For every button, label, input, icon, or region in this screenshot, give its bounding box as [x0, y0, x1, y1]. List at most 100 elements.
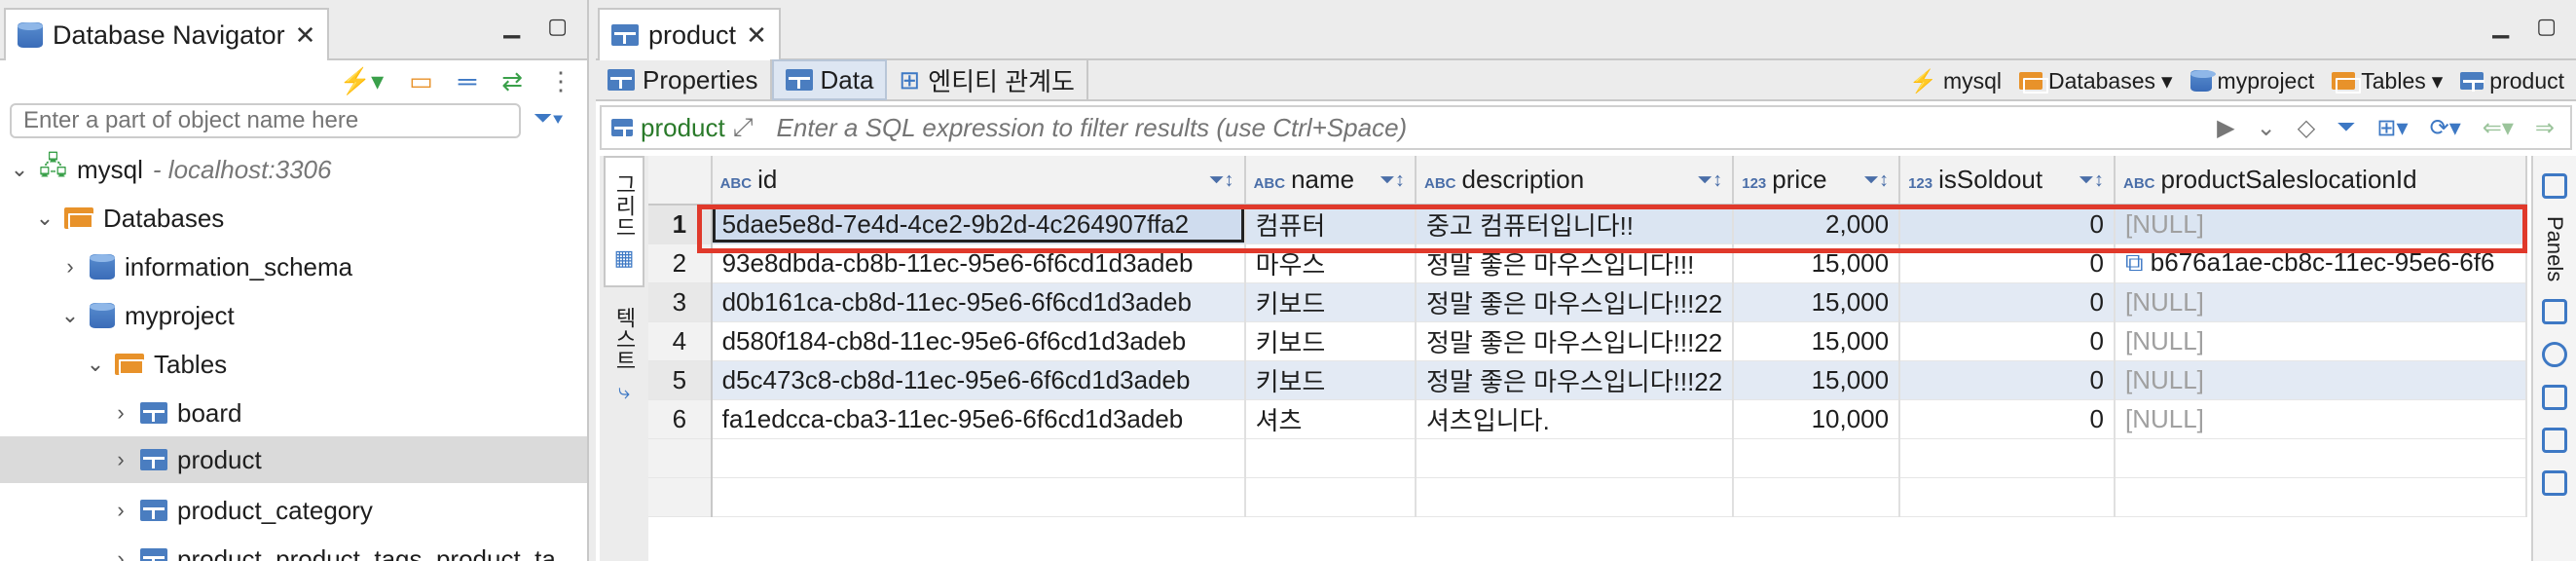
aggregate-panel-icon[interactable] — [2542, 342, 2567, 368]
cell-id[interactable]: 93e8dbda-cb8b-11ec-95e6-6f6cd1d3adeb — [711, 243, 1246, 283]
row-number[interactable]: 1 — [648, 205, 713, 244]
collapse-icon[interactable]: ═ — [459, 66, 476, 96]
filter-sort-icon[interactable]: ⏷↕ — [1863, 169, 1889, 192]
cell-productsaleslocationid[interactable]: [NULL] — [2114, 321, 2527, 361]
tree-item-product-product-tags[interactable]: › product_product_tags_product_ta — [111, 536, 556, 561]
configure-icon[interactable]: ⊞▾ — [2376, 114, 2408, 142]
chevron-down-icon[interactable]: ⌄ — [10, 157, 29, 182]
cell-price[interactable]: 15,000 — [1733, 282, 1901, 322]
cell-price[interactable]: 15,000 — [1733, 321, 1901, 361]
apply-filter-icon[interactable]: ▶ — [2217, 114, 2234, 142]
column-header-description[interactable]: ABC description ⏷↕ — [1415, 156, 1735, 206]
filter-sort-icon[interactable]: ⏷↕ — [1209, 169, 1234, 192]
refresh-icon[interactable]: ⟳▾ — [2430, 114, 2461, 142]
value-panel-icon[interactable] — [2542, 299, 2567, 325]
panels-label[interactable]: Panels — [2542, 216, 2567, 281]
metadata-panel-icon[interactable] — [2542, 428, 2567, 454]
cell-price[interactable]: 15,000 — [1733, 360, 1901, 400]
cell-id[interactable]: 5dae5e8d-7e4d-4ce2-9b2d-4c264907ffa2 — [711, 205, 1246, 244]
table-row[interactable]: 3 d0b161ca-cb8d-11ec-95e6-6f6cd1d3adeb 키… — [648, 282, 2527, 322]
tree-item-tables[interactable]: ⌄ Tables — [86, 341, 227, 388]
tab-grid-view[interactable]: 그리드 ▦ — [604, 156, 644, 287]
cell-name[interactable]: 컴퓨터 — [1244, 205, 1417, 244]
references-panel-icon[interactable] — [2542, 470, 2567, 497]
cell-issoldout[interactable]: 0 — [1899, 282, 2116, 322]
chevron-right-icon[interactable]: › — [60, 254, 80, 280]
row-number[interactable]: 4 — [648, 321, 713, 361]
chevron-right-icon[interactable]: › — [111, 400, 130, 426]
chevron-right-icon[interactable]: › — [111, 546, 130, 561]
maximize-icon[interactable]: ▢ — [547, 14, 568, 39]
cell-name[interactable]: 셔츠 — [1244, 399, 1417, 439]
cell-id[interactable]: d580f184-cb8d-11ec-95e6-6f6cd1d3adeb — [711, 321, 1246, 361]
table-row[interactable]: 5 d5c473c8-cb8d-11ec-95e6-6f6cd1d3adeb 키… — [648, 360, 2527, 400]
row-number[interactable]: 3 — [648, 282, 713, 322]
cell-productsaleslocationid[interactable]: [NULL] — [2114, 399, 2527, 439]
column-header-name[interactable]: ABC name ⏷↕ — [1244, 156, 1417, 206]
chevron-down-icon[interactable]: ⌄ — [60, 303, 80, 328]
filter-sort-icon[interactable]: ⏷↕ — [1380, 169, 1405, 192]
object-search-input[interactable] — [10, 103, 521, 138]
cell-description[interactable]: 정말 좋은 마우스입니다!!!22 — [1415, 360, 1735, 400]
filter-expression-input[interactable] — [762, 112, 2218, 143]
cell-issoldout[interactable]: 0 — [1899, 360, 2116, 400]
row-number[interactable]: 2 — [648, 243, 713, 283]
chevron-right-icon[interactable]: › — [111, 447, 130, 472]
chevron-right-icon[interactable]: › — [111, 498, 130, 523]
filter-sort-icon[interactable]: ⏷↕ — [1697, 169, 1722, 192]
filter-settings-icon[interactable]: ⏷ — [2337, 114, 2355, 141]
tab-text-view[interactable]: 텍스트 ⤷ — [604, 292, 644, 419]
maximize-icon[interactable]: ▢ — [2536, 14, 2557, 39]
column-header-id[interactable]: ABC id ⏷↕ — [711, 156, 1246, 206]
cell-productsaleslocationid[interactable]: [NULL] — [2114, 282, 2527, 322]
table-row[interactable]: 1 5dae5e8d-7e4d-4ce2-9b2d-4c264907ffa2 컴… — [648, 205, 2527, 244]
table-row[interactable]: 2 93e8dbda-cb8b-11ec-95e6-6f6cd1d3adeb 마… — [648, 243, 2527, 283]
cell-description[interactable]: 중고 컴퓨터입니다!! — [1415, 205, 1735, 244]
tree-item-product-category[interactable]: › product_category — [111, 487, 373, 534]
tree-item-databases[interactable]: ⌄ Databases — [35, 195, 225, 242]
tab-product[interactable]: product ✕ — [598, 8, 781, 60]
cell-name[interactable]: 키보드 — [1244, 360, 1417, 400]
cell-productsaleslocationid[interactable]: [NULL] — [2114, 205, 2527, 244]
erase-filter-icon[interactable]: ◇ — [2298, 114, 2315, 142]
table-row[interactable]: 6 fa1edcca-cba3-11ec-95e6-6f6cd1d3adeb 셔… — [648, 399, 2527, 439]
cell-description[interactable]: 셔츠입니다. — [1415, 399, 1735, 439]
tree-item-information-schema[interactable]: › information_schema — [60, 243, 352, 290]
table-row[interactable]: 4 d580f184-cb8d-11ec-95e6-6f6cd1d3adeb 키… — [648, 321, 2527, 361]
breadcrumb-product[interactable]: product — [2460, 68, 2564, 94]
tree-item-myproject[interactable]: ⌄ myproject — [60, 292, 235, 339]
chevron-down-icon[interactable]: ⌄ — [86, 352, 105, 377]
tree-item-board[interactable]: › board — [111, 390, 241, 436]
cell-description[interactable]: 정말 좋은 마우스입니다!!! — [1415, 243, 1735, 283]
column-header-productsaleslocationid[interactable]: ABC productSaleslocationId — [2114, 156, 2527, 206]
new-folder-icon[interactable]: ▭ — [409, 66, 433, 96]
cell-issoldout[interactable]: 0 — [1899, 321, 2116, 361]
panel-toggle-icon[interactable] — [2542, 173, 2567, 199]
cell-issoldout[interactable]: 0 — [1899, 243, 2116, 283]
link-editor-icon[interactable]: ⇄ — [501, 66, 523, 96]
history-dropdown-icon[interactable]: ⌄ — [2257, 114, 2276, 142]
grouping-panel-icon[interactable] — [2542, 385, 2567, 411]
cell-name[interactable]: 마우스 — [1244, 243, 1417, 283]
row-number[interactable]: 6 — [648, 399, 713, 439]
column-header-price[interactable]: 123 price ⏷↕ — [1733, 156, 1901, 206]
close-icon[interactable]: ✕ — [746, 20, 767, 51]
cell-id[interactable]: d0b161ca-cb8d-11ec-95e6-6f6cd1d3adeb — [711, 282, 1246, 322]
cell-price[interactable]: 2,000 — [1733, 205, 1901, 244]
navigate-forward-icon[interactable]: ⇒ — [2535, 114, 2555, 142]
cell-description[interactable]: 정말 좋은 마우스입니다!!!22 — [1415, 321, 1735, 361]
breadcrumb-databases[interactable]: Databases ▾ — [2019, 68, 2173, 94]
cell-id[interactable]: d5c473c8-cb8d-11ec-95e6-6f6cd1d3adeb — [711, 360, 1246, 400]
minimize-icon[interactable]: ▁ — [2492, 14, 2509, 39]
cell-issoldout[interactable]: 0 — [1899, 205, 2116, 244]
cell-description[interactable]: 정말 좋은 마우스입니다!!!22 — [1415, 282, 1735, 322]
tree-item-mysql[interactable]: ⌄ 🖧 mysql - localhost:3306 — [10, 146, 332, 193]
minimize-icon[interactable]: ▁ — [503, 14, 520, 39]
chevron-down-icon[interactable]: ⌄ — [35, 206, 55, 231]
navigate-back-icon[interactable]: ⇐▾ — [2483, 114, 2514, 142]
breadcrumb-tables[interactable]: Tables ▾ — [2332, 68, 2443, 94]
cell-price[interactable]: 10,000 — [1733, 399, 1901, 439]
breadcrumb-myproject[interactable]: myproject — [2190, 68, 2314, 94]
tab-properties[interactable]: Properties — [596, 59, 772, 100]
new-connection-icon[interactable]: ⚡▾ — [340, 66, 384, 96]
